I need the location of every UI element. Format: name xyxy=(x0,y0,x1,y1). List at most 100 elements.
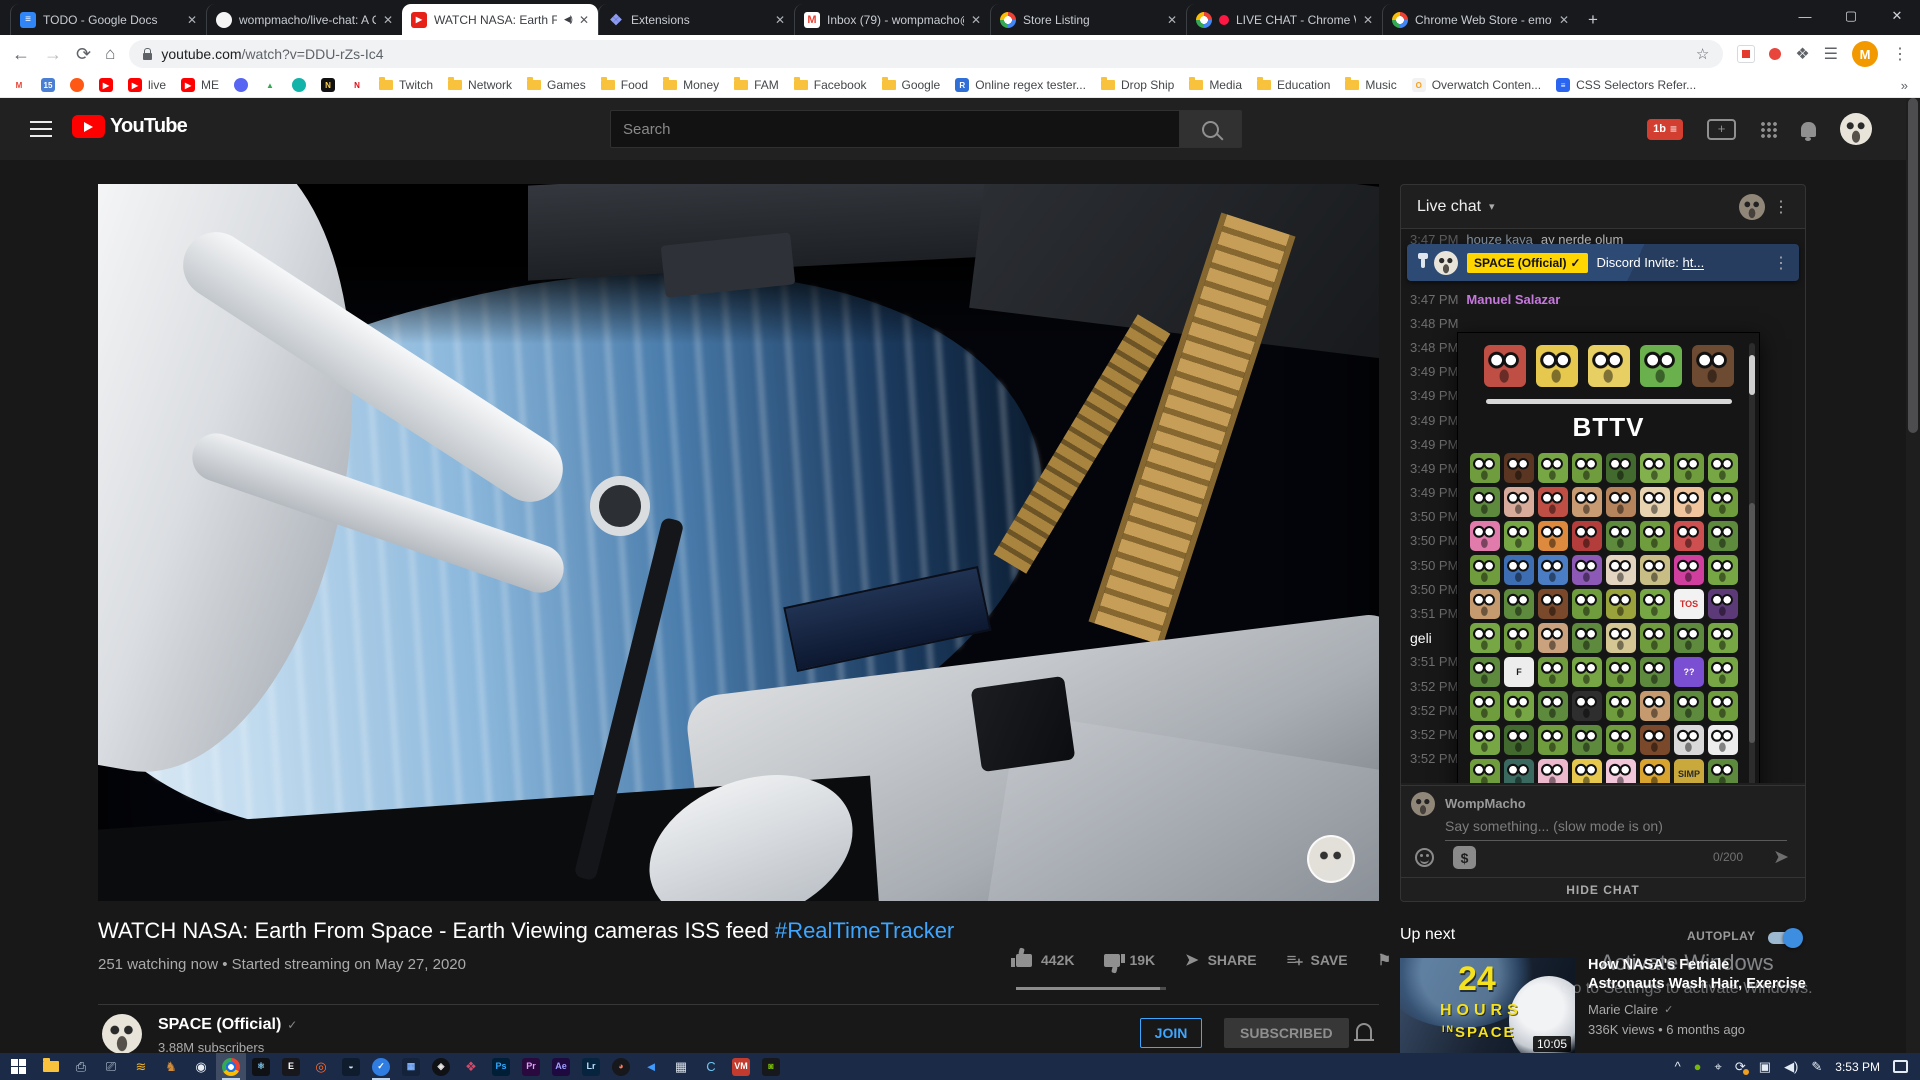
emote-icon[interactable] xyxy=(1708,555,1738,585)
emote-icon[interactable]: F xyxy=(1504,657,1534,687)
browser-tab[interactable]: wompmacho/live-chat: A C✕ xyxy=(206,4,402,35)
taskbar-app-voicemeeter[interactable]: VM xyxy=(726,1053,756,1080)
taskbar-app-photoshop[interactable]: Ps xyxy=(486,1053,516,1080)
bookmark-item[interactable] xyxy=(234,78,248,92)
emote-icon[interactable] xyxy=(1674,487,1704,517)
chat-header-title[interactable]: Live chat xyxy=(1417,198,1481,216)
taskbar-app-epic-games[interactable]: E xyxy=(276,1053,306,1080)
bookmark-item[interactable] xyxy=(292,78,306,92)
emote-icon[interactable] xyxy=(1708,521,1738,551)
notification-center-icon[interactable] xyxy=(1893,1060,1908,1073)
emote-icon[interactable] xyxy=(1640,555,1670,585)
back-button[interactable]: ← xyxy=(12,44,30,65)
emote-icon[interactable] xyxy=(1470,725,1500,755)
emote-icon[interactable] xyxy=(1674,725,1704,755)
close-button[interactable]: ✕ xyxy=(1874,0,1920,32)
browser-tab[interactable]: Chrome Web Store - emote✕ xyxy=(1382,4,1578,35)
bookmark-star-icon[interactable]: ☆ xyxy=(1696,45,1709,63)
forward-button[interactable]: → xyxy=(44,44,62,65)
bookmark-item[interactable]: Music xyxy=(1345,78,1396,92)
bookmark-item[interactable] xyxy=(70,78,84,92)
emote-icon[interactable] xyxy=(1470,589,1500,619)
emote-icon[interactable] xyxy=(1470,657,1500,687)
emote-icon[interactable] xyxy=(1640,589,1670,619)
taskbar-app-map-pin-app[interactable]: ◈ xyxy=(426,1053,456,1080)
emote-icon[interactable] xyxy=(1504,623,1534,653)
emote-icon[interactable] xyxy=(1674,453,1704,483)
apps-grid-icon[interactable] xyxy=(1760,121,1777,138)
volume-tray-icon[interactable]: ◀) xyxy=(1784,1060,1798,1073)
url-bar[interactable]: youtube.com/watch?v=DDU-rZs-Ic4 ☆ xyxy=(129,40,1723,68)
emote-icon[interactable] xyxy=(1606,759,1636,783)
emote-icon[interactable] xyxy=(1504,555,1534,585)
emote-icon[interactable] xyxy=(1606,691,1636,721)
pinned-message-banner[interactable]: SPACE (Official)✓ Discord Invite: ht... … xyxy=(1407,244,1799,281)
emote-icon[interactable] xyxy=(1484,345,1526,387)
hashtag-link[interactable]: #RealTimeTracker xyxy=(775,918,954,943)
tab-close-icon[interactable]: ✕ xyxy=(187,13,197,27)
bookmark-item[interactable]: Google xyxy=(882,78,941,92)
emote-icon[interactable] xyxy=(1538,521,1568,551)
bookmark-item[interactable]: Drop Ship xyxy=(1101,78,1174,92)
page-scrollbar-thumb[interactable] xyxy=(1908,98,1918,433)
emote-icon[interactable] xyxy=(1470,555,1500,585)
emote-icon[interactable] xyxy=(1674,691,1704,721)
emote-icon[interactable] xyxy=(1572,725,1602,755)
bookmark-item[interactable]: Education xyxy=(1257,78,1330,92)
taskbar-app-nvidia[interactable]: ◙ xyxy=(756,1053,786,1080)
emote-icon[interactable] xyxy=(1572,589,1602,619)
guide-menu-icon[interactable] xyxy=(30,121,52,137)
emote-icon[interactable] xyxy=(1708,691,1738,721)
tab-close-icon[interactable]: ✕ xyxy=(383,13,393,27)
bookmark-item[interactable]: ROnline regex tester... xyxy=(955,78,1086,92)
home-button[interactable]: ⌂ xyxy=(105,44,115,64)
pinned-menu-icon[interactable]: ⋮ xyxy=(1773,253,1789,273)
emote-icon[interactable] xyxy=(1708,589,1738,619)
bookmark-item[interactable]: FAM xyxy=(734,78,779,92)
tab-close-icon[interactable]: ✕ xyxy=(1363,13,1373,27)
taskbar-app-steam[interactable]: ◒ xyxy=(336,1053,366,1080)
taskbar-app-check-app[interactable]: ✓ xyxy=(366,1053,396,1080)
emote-icon[interactable] xyxy=(1708,657,1738,687)
emote-icon[interactable] xyxy=(1538,623,1568,653)
emote-icon[interactable] xyxy=(1572,555,1602,585)
minimize-button[interactable]: — xyxy=(1782,0,1828,32)
emote-icon[interactable] xyxy=(1470,623,1500,653)
emote-icon[interactable] xyxy=(1470,691,1500,721)
emote-icon[interactable] xyxy=(1572,657,1602,687)
taskbar-app-davinci-resolve[interactable]: ◕ xyxy=(606,1053,636,1080)
emote-icon[interactable] xyxy=(1692,345,1734,387)
tab-close-icon[interactable]: ✕ xyxy=(775,13,785,27)
bookmarks-overflow-icon[interactable]: » xyxy=(1901,78,1908,93)
taskbar-app-chrome[interactable] xyxy=(216,1053,246,1080)
emote-icon[interactable] xyxy=(1572,487,1602,517)
emote-icon[interactable] xyxy=(1674,521,1704,551)
taskbar-app-steelseries[interactable]: ≋ xyxy=(126,1053,156,1080)
emote-icon[interactable] xyxy=(1538,589,1568,619)
search-button[interactable] xyxy=(1180,110,1242,148)
emote-icon[interactable] xyxy=(1588,345,1630,387)
browser-tab[interactable]: MInbox (79) - wompmacho@✕ xyxy=(794,4,990,35)
emote-icon[interactable] xyxy=(1606,589,1636,619)
tab-close-icon[interactable]: ✕ xyxy=(1167,13,1177,27)
youtube-logo[interactable]: YouTube xyxy=(72,115,187,138)
taskbar-app-premiere[interactable]: Pr xyxy=(516,1053,546,1080)
emote-icon[interactable]: TOS xyxy=(1674,589,1704,619)
send-icon[interactable]: ➤ xyxy=(1773,846,1789,869)
chat-menu-icon[interactable]: ⋮ xyxy=(1773,197,1789,217)
save-button[interactable]: ≡₊SAVE xyxy=(1287,950,1348,970)
chevron-down-icon[interactable]: ▾ xyxy=(1489,200,1495,213)
emote-icon[interactable] xyxy=(1470,487,1500,517)
emote-icon[interactable] xyxy=(1572,691,1602,721)
maximize-button[interactable]: ▢ xyxy=(1828,0,1874,32)
hide-chat-button[interactable]: HIDE CHAT xyxy=(1401,877,1805,901)
emote-icon[interactable] xyxy=(1674,555,1704,585)
taskbar-clock[interactable]: 3:53 PM xyxy=(1835,1060,1880,1074)
bookmark-item[interactable]: Facebook xyxy=(794,78,867,92)
emote-icon[interactable] xyxy=(1674,623,1704,653)
emote-icon[interactable] xyxy=(1536,345,1578,387)
pinned-link[interactable]: ht... xyxy=(1683,255,1705,270)
taskbar-app-rooster-app[interactable]: ♞ xyxy=(156,1053,186,1080)
report-button[interactable]: ⚑ xyxy=(1378,951,1391,969)
taskbar-app-visual-studio[interactable]: ◄ xyxy=(636,1053,666,1080)
